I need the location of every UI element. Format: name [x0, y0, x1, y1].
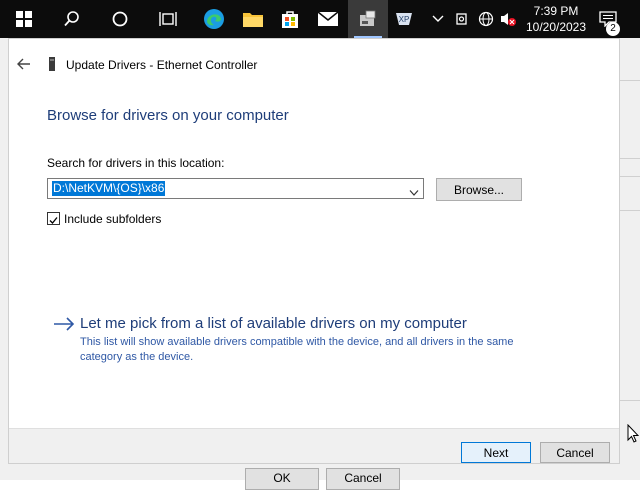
location-input-value[interactable]: D:\NetKVM\{OS}\x86: [52, 181, 166, 196]
edge-icon[interactable]: [194, 0, 234, 38]
search-icon[interactable]: [52, 0, 92, 38]
file-explorer-icon[interactable]: [233, 0, 273, 38]
usb-device-icon[interactable]: [450, 0, 474, 38]
svg-text:XP: XP: [399, 15, 410, 24]
task-view-icon[interactable]: [148, 0, 188, 38]
network-adapter-icon: [48, 57, 56, 71]
next-button[interactable]: Next: [461, 442, 531, 463]
background-ok-button[interactable]: OK: [245, 468, 319, 490]
pick-from-list-description[interactable]: This list will show available drivers co…: [80, 335, 530, 365]
clock-date: 10/20/2023: [525, 20, 587, 34]
clock-time: 7:39 PM: [533, 4, 579, 18]
store-icon[interactable]: [270, 0, 310, 38]
location-label: Search for drivers in this location:: [47, 156, 225, 170]
checkmark-icon: [49, 217, 58, 224]
background-cancel-button[interactable]: Cancel: [326, 468, 400, 490]
network-icon[interactable]: [474, 0, 498, 38]
mail-icon[interactable]: [308, 0, 348, 38]
taskbar: XP 7:39 PM 10/20/2023 2: [0, 0, 640, 38]
taskbar-clock[interactable]: 7:39 PM 10/20/2023: [520, 0, 592, 38]
remote-icon[interactable]: XP: [384, 0, 424, 38]
cancel-button[interactable]: Cancel: [540, 442, 610, 463]
location-combobox[interactable]: D:\NetKVM\{OS}\x86: [47, 178, 424, 199]
right-background-strip: [620, 38, 640, 480]
device-manager-icon[interactable]: [348, 0, 388, 38]
chevron-down-icon[interactable]: [409, 184, 419, 196]
arrow-right-icon[interactable]: [53, 317, 75, 331]
update-drivers-dialog: Update Drivers - Ethernet Controller Bro…: [8, 38, 620, 464]
dialog-title: Update Drivers - Ethernet Controller: [66, 58, 258, 72]
windows-start-icon[interactable]: [4, 0, 44, 38]
mouse-cursor-icon: [627, 423, 640, 444]
browse-button[interactable]: Browse...: [436, 178, 522, 201]
volume-muted-icon[interactable]: [496, 0, 520, 38]
page-heading: Browse for drivers on your computer: [47, 107, 289, 124]
cortana-icon[interactable]: [100, 0, 140, 38]
include-subfolders-label[interactable]: Include subfolders: [64, 212, 161, 226]
notification-count-badge: 2: [606, 22, 620, 36]
pick-from-list-link[interactable]: Let me pick from a list of available dri…: [80, 315, 467, 332]
back-arrow-icon[interactable]: [15, 55, 33, 73]
include-subfolders-checkbox[interactable]: [47, 212, 60, 225]
